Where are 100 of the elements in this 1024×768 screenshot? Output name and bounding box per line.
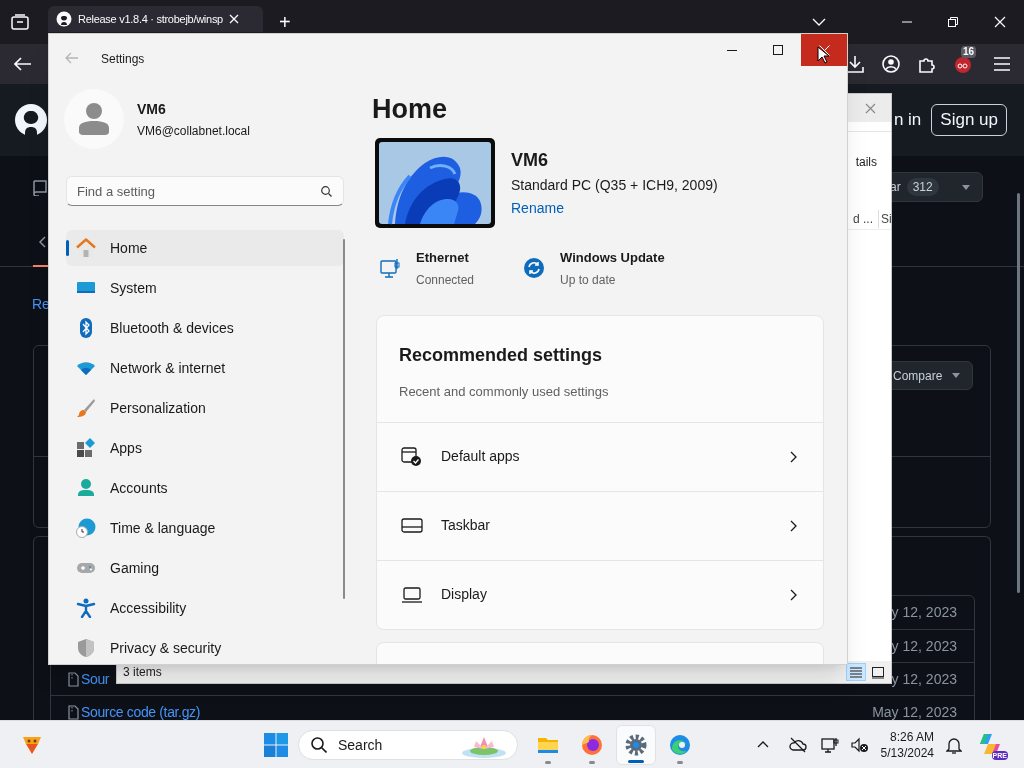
firefox-icon	[580, 732, 604, 757]
minimize-icon	[727, 49, 737, 51]
download-icon[interactable]	[846, 55, 864, 73]
zip-file-icon	[68, 704, 79, 720]
bell-icon[interactable]	[946, 735, 962, 754]
settings-row[interactable]: Taskbar	[377, 490, 823, 560]
edge-icon	[668, 732, 692, 757]
browser-tab[interactable]: Release v1.8.4 · strobejb/winsp	[48, 6, 263, 32]
computer-network-icon	[380, 258, 400, 278]
asset-link[interactable]: Source code (tar.gz)	[81, 701, 201, 723]
close-button[interactable]	[801, 34, 847, 66]
caret-icon	[952, 373, 960, 378]
nav-item[interactable]: Privacy & security	[66, 630, 344, 664]
restore-icon[interactable]	[948, 17, 958, 27]
nav-item[interactable]: Accounts	[66, 470, 344, 506]
nav-item[interactable]: Accessibility	[66, 590, 344, 626]
column-header[interactable]: d ...	[853, 209, 879, 228]
device-name: VM6	[511, 149, 549, 172]
shield-icon	[76, 638, 96, 658]
star-count: 312	[906, 178, 939, 196]
app-check-icon	[401, 445, 423, 468]
chevron-right-icon	[790, 588, 797, 601]
chevron-up-icon[interactable]	[756, 741, 769, 748]
user-name: VM6	[137, 99, 167, 119]
apps-icon	[76, 438, 96, 458]
new-tab-button[interactable]: +	[279, 12, 291, 32]
extension-icon	[954, 56, 972, 74]
puzzle-icon[interactable]	[918, 55, 936, 73]
close-icon	[818, 44, 830, 56]
badge: 16	[960, 46, 976, 58]
tab-title: Release v1.8.4 · strobejb/winsp	[78, 11, 223, 27]
rename-link[interactable]: Rename	[511, 198, 718, 219]
volume-muted-icon[interactable]	[850, 736, 869, 753]
extension-button[interactable]: 16	[954, 46, 976, 74]
nav-item[interactable]: Home	[66, 230, 344, 266]
window-title: Settings	[101, 51, 145, 68]
nav-item[interactable]: Personalization	[66, 390, 344, 426]
details-view-icon	[849, 665, 863, 679]
nav-item[interactable]: System	[66, 270, 344, 306]
details-button[interactable]: tails	[855, 153, 877, 171]
globe-clock-icon	[76, 518, 96, 538]
status-subtitle: Up to date	[560, 271, 617, 289]
search-field[interactable]: Find a setting	[66, 176, 344, 206]
asset-date: y 12, 2023	[891, 669, 957, 689]
sync-icon	[524, 258, 545, 278]
chevron-down-icon[interactable]	[812, 18, 826, 26]
person-icon	[76, 478, 96, 498]
card-subtitle: Recent and commonly used settings	[399, 382, 610, 401]
chevron-left-icon[interactable]	[39, 236, 46, 248]
clock-time[interactable]: 8:26 AM	[889, 728, 934, 745]
page-title: Home	[372, 93, 448, 126]
zip-file-icon	[68, 671, 79, 687]
running-indicator	[545, 760, 551, 764]
tiles-view-icon	[871, 665, 885, 679]
repo-icon[interactable]	[33, 180, 47, 196]
status-subtitle: Connected	[416, 271, 475, 289]
selection-indicator	[66, 240, 69, 256]
sign-up-button[interactable]: Sign up	[931, 104, 1007, 136]
home-icon	[76, 238, 96, 258]
search-icon	[311, 736, 327, 753]
user-email: VM6@collabnet.local	[137, 122, 250, 140]
nav-item[interactable]: Bluetooth & devices	[66, 310, 344, 346]
asset-link[interactable]: Sour	[81, 668, 110, 690]
paintbrush-icon	[76, 398, 96, 418]
scrollbar[interactable]	[1017, 193, 1020, 593]
clock-date[interactable]: 5/13/2024	[880, 744, 934, 761]
settings-row[interactable]: Default apps	[377, 421, 823, 491]
nav-item[interactable]: Gaming	[66, 550, 344, 586]
gear-icon	[624, 732, 648, 757]
scrollbar[interactable]	[343, 239, 345, 599]
chevron-right-icon	[790, 450, 797, 463]
windows-start-icon[interactable]	[264, 732, 288, 757]
maximize-icon	[773, 45, 783, 55]
status-title: Windows Update	[560, 249, 665, 267]
status-text: 3 items	[123, 664, 162, 681]
accessibility-icon	[76, 598, 96, 618]
nav-item[interactable]: Apps	[66, 430, 344, 466]
nav-item[interactable]: Time & language	[66, 510, 344, 546]
nav-item[interactable]: Network & internet	[66, 350, 344, 386]
caret-icon	[962, 184, 970, 190]
running-indicator	[677, 760, 683, 764]
mouse-pointer-icon	[817, 46, 829, 64]
chevron-right-icon	[790, 519, 797, 532]
asset-date: y 12, 2023	[891, 636, 957, 656]
network-icon[interactable]	[820, 736, 839, 753]
menu-icon[interactable]	[994, 57, 1010, 71]
device-model: Standard PC (Q35 + ICH9, 2009)	[511, 176, 718, 195]
running-indicator	[589, 760, 595, 764]
settings-row[interactable]: Display	[377, 559, 823, 629]
tab-list-icon[interactable]	[11, 14, 29, 30]
running-indicator	[628, 759, 644, 763]
asset-date: y 12, 2023	[891, 603, 957, 622]
account-icon[interactable]	[882, 55, 900, 73]
person-icon	[79, 103, 109, 135]
column-header[interactable]: Si	[881, 209, 891, 228]
asset-date: May 12, 2023	[872, 702, 957, 722]
sign-in-link[interactable]: n in	[893, 107, 922, 133]
status-title: Ethernet	[416, 249, 470, 267]
cloud-off-icon[interactable]	[788, 736, 807, 753]
taskbar-app-button[interactable]	[616, 724, 656, 765]
